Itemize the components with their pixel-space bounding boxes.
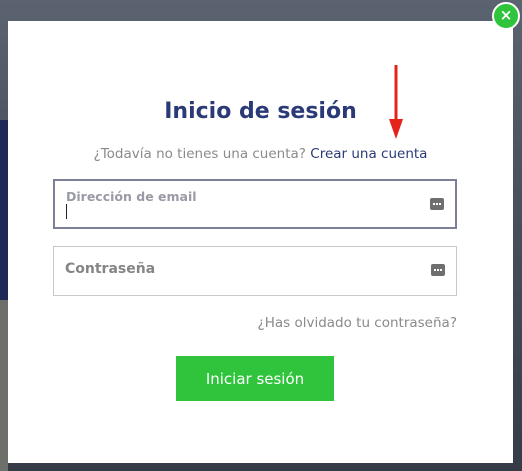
backdrop-fragment — [0, 300, 8, 471]
password-field-label: Contraseña — [65, 261, 156, 277]
signup-link[interactable]: Crear una cuenta — [310, 146, 427, 162]
email-field[interactable]: Dirección de email — [53, 179, 457, 229]
signup-prompt-text: ¿Todavía no tienes una cuenta? — [93, 146, 306, 162]
password-field[interactable]: Contraseña — [53, 246, 457, 296]
annotation-arrow-icon — [389, 65, 403, 139]
modal-title: Inicio de sesión — [164, 99, 357, 124]
email-field-label: Dirección de email — [66, 189, 197, 204]
login-button[interactable]: Iniciar sesión — [176, 356, 334, 401]
signup-prompt: ¿Todavía no tienes una cuenta? Crear una… — [8, 146, 513, 162]
text-caret — [66, 204, 67, 219]
backdrop-fragment — [0, 120, 8, 300]
close-icon[interactable]: × — [492, 2, 520, 30]
password-manager-icon[interactable] — [430, 198, 444, 210]
login-modal: Inicio de sesión ¿Todavía no tienes una … — [8, 21, 513, 463]
password-manager-icon[interactable] — [431, 264, 445, 276]
forgot-password-link[interactable]: ¿Has olvidado tu contraseña? — [157, 315, 457, 331]
